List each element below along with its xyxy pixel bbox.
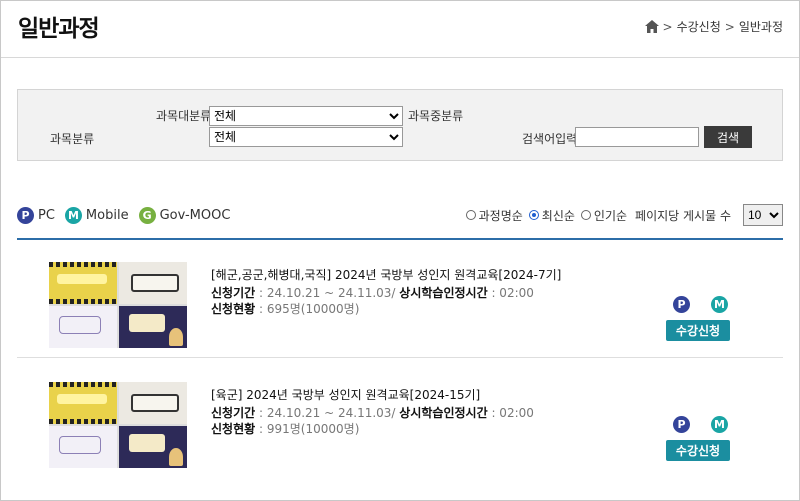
mobile-badge-icon: M	[64, 207, 82, 224]
search-panel: 과목분류 과목대분류 전체 과목중분류 전체 검색어입력 검색	[17, 89, 783, 161]
hours-value: : 02:00	[491, 406, 534, 420]
title-divider	[1, 57, 799, 58]
radio-icon[interactable]	[580, 210, 591, 220]
major-category-label: 과목대분류	[156, 109, 212, 123]
middle-category-label: 과목중분류	[408, 109, 464, 123]
course-period: 신청기간 : 24.10.21 ~ 24.11.03/ 상시학습인정시간 : 0…	[211, 284, 534, 301]
period-value: : 24.10.21 ~ 24.11.03/	[259, 286, 396, 300]
thumbnail-panel	[119, 262, 187, 304]
hours-label: 상시학습인정시간	[399, 286, 488, 300]
pc-badge-icon: P	[673, 416, 690, 433]
category-label: 과목분류	[50, 132, 95, 146]
thumbnail-panel	[119, 426, 187, 468]
course-status: 신청현황 : 991명(10000명)	[211, 420, 359, 437]
period-value: : 24.10.21 ~ 24.11.03/	[259, 406, 396, 420]
thumbnail-panel	[49, 382, 117, 424]
per-page-label: 페이지당 게시물 수	[635, 208, 731, 223]
keyword-input[interactable]	[575, 127, 699, 147]
govmooc-badge-icon: G	[138, 207, 156, 224]
page-frame: 일반과정 > 수강신청 > 일반과정 과목분류 과목대분류 전체 과목중분류 전…	[0, 0, 800, 501]
mobile-badge-icon: M	[711, 416, 728, 433]
breadcrumb-item-enroll[interactable]: 수강신청	[677, 18, 721, 35]
legend-label-mobile: Mobile	[85, 208, 129, 223]
enroll-button[interactable]: 수강신청	[666, 320, 730, 341]
course-platforms: P M	[673, 416, 749, 433]
thumbnail-panel	[49, 262, 117, 304]
status-value: : 695명(10000명)	[259, 302, 360, 316]
course-title[interactable]: [해군,공군,해병대,국직] 2024년 국방부 성인지 원격교육[2024-7…	[211, 266, 561, 283]
period-label: 신청기간	[211, 406, 256, 420]
sort-option-latest[interactable]: 최신순	[528, 207, 575, 224]
middle-category-select[interactable]: 전체	[209, 127, 403, 147]
breadcrumb-separator-icon: >	[662, 19, 673, 34]
thumbnail-panel	[119, 382, 187, 424]
hours-value: : 02:00	[491, 286, 534, 300]
major-category-select[interactable]: 전체	[209, 106, 403, 126]
sort-option-name[interactable]: 과정명순	[465, 207, 523, 224]
keyword-label: 검색어입력	[522, 132, 578, 146]
status-label: 신청현황	[211, 302, 256, 316]
sort-option-label: 과정명순	[478, 208, 523, 223]
status-label: 신청현황	[211, 422, 256, 436]
radio-selected-icon[interactable]	[528, 210, 539, 220]
breadcrumb-separator-icon: >	[724, 19, 735, 34]
thumbnail-panel	[49, 306, 117, 348]
thumbnail-panel	[49, 426, 117, 468]
per-page-select[interactable]: 10	[743, 204, 783, 226]
radio-icon[interactable]	[465, 210, 476, 220]
breadcrumb-item-current: 일반과정	[738, 20, 783, 34]
platform-legend: P PC M Mobile G Gov-MOOC	[17, 207, 240, 224]
legend-item-mobile: M Mobile	[64, 207, 129, 224]
home-icon[interactable]	[644, 20, 659, 33]
pc-badge-icon: P	[673, 296, 690, 313]
sort-option-label: 인기순	[593, 208, 628, 223]
course-period: 신청기간 : 24.10.21 ~ 24.11.03/ 상시학습인정시간 : 0…	[211, 404, 534, 421]
page-title: 일반과정	[18, 16, 100, 42]
pc-badge-icon: P	[17, 207, 34, 224]
legend-item-govmooc: G Gov-MOOC	[138, 207, 231, 224]
sort-bar: 과정명순 최신순 인기순 페이지당 게시물 수 10	[465, 204, 783, 226]
course-item: [해군,공군,해병대,국직] 2024년 국방부 성인지 원격교육[2024-7…	[17, 240, 783, 358]
status-value: : 991명(10000명)	[259, 422, 360, 436]
thumbnail-panel	[119, 306, 187, 348]
course-status: 신청현황 : 695명(10000명)	[211, 300, 359, 317]
legend-item-pc: P PC	[17, 207, 55, 224]
course-thumbnail[interactable]	[49, 262, 187, 348]
search-button[interactable]: 검색	[704, 126, 752, 148]
hours-label: 상시학습인정시간	[399, 406, 488, 420]
sort-option-label: 최신순	[541, 208, 575, 223]
row-divider	[17, 357, 783, 358]
course-title[interactable]: [육군] 2024년 국방부 성인지 원격교육[2024-15기]	[211, 386, 480, 403]
course-platforms: P M	[673, 296, 749, 313]
mobile-badge-icon: M	[711, 296, 728, 313]
sort-option-popular[interactable]: 인기순	[580, 207, 628, 224]
course-item: [육군] 2024년 국방부 성인지 원격교육[2024-15기] 신청기간 :…	[17, 360, 783, 478]
breadcrumb: > 수강신청 > 일반과정	[644, 18, 783, 35]
legend-label-govmooc: Gov-MOOC	[159, 208, 231, 223]
enroll-button[interactable]: 수강신청	[666, 440, 730, 461]
period-label: 신청기간	[211, 286, 256, 300]
course-thumbnail[interactable]	[49, 382, 187, 468]
legend-label-pc: PC	[38, 208, 55, 223]
